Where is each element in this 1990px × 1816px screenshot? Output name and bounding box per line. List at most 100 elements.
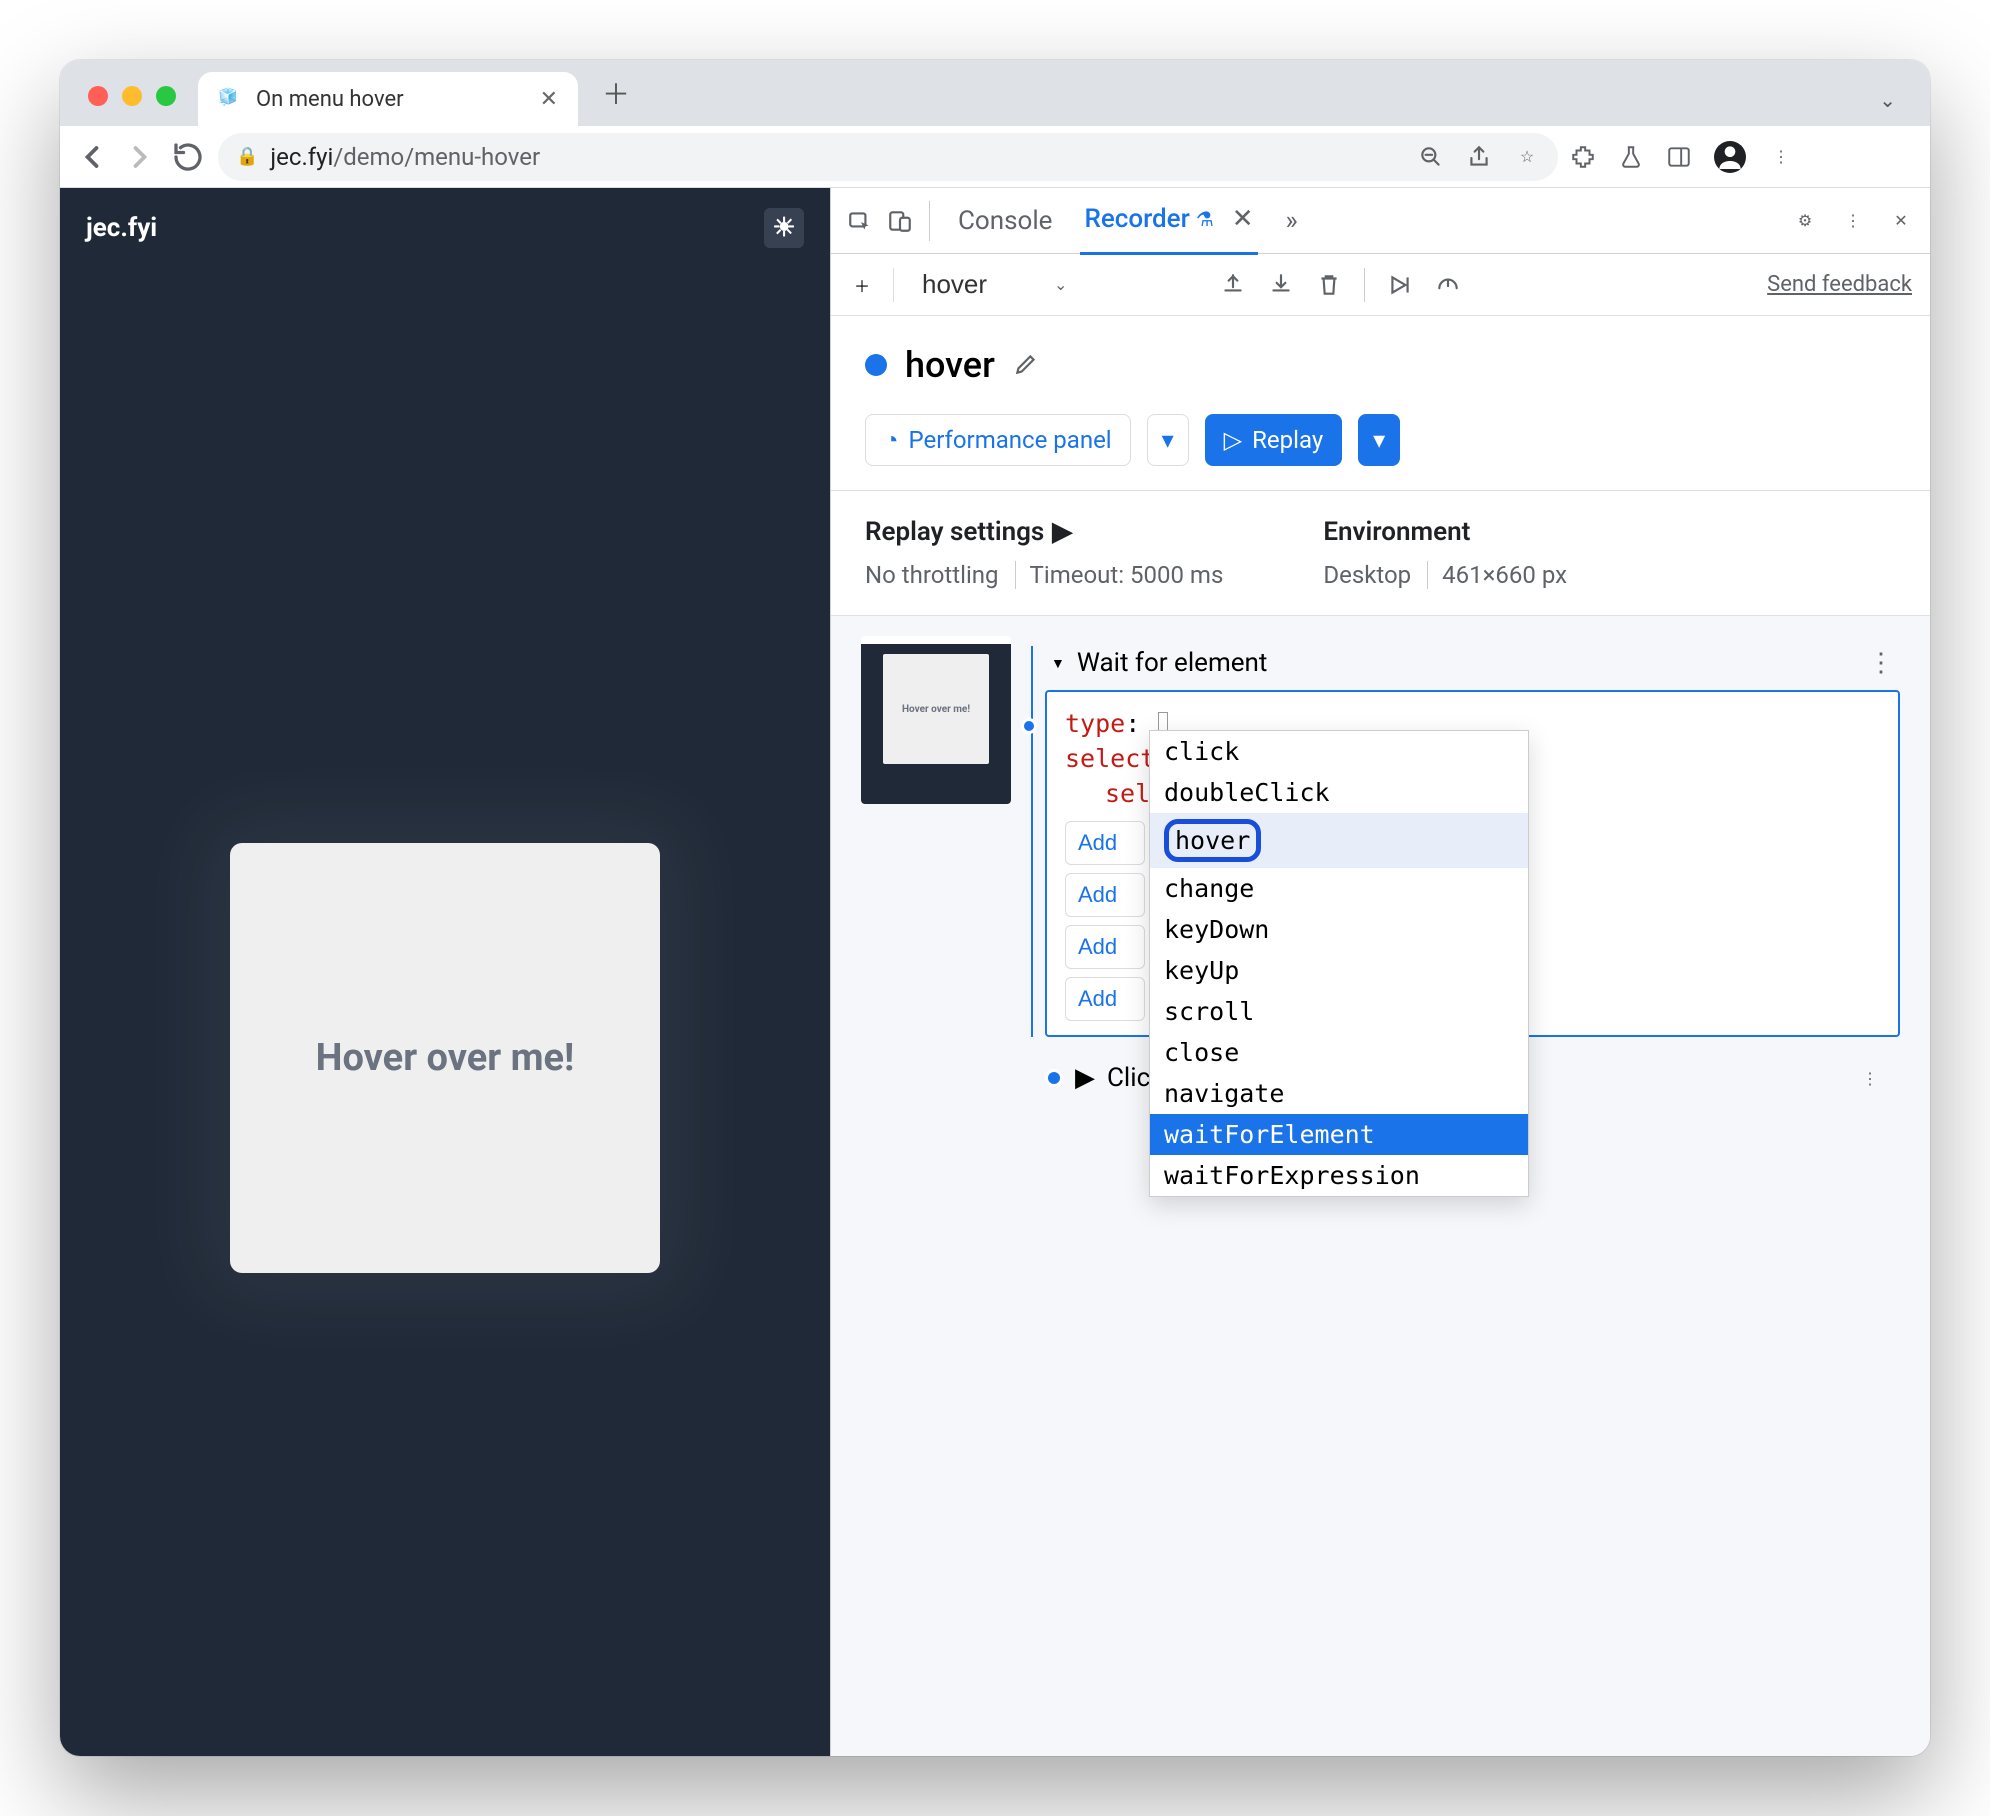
expand-icon[interactable]: ▶ [1075,1063,1095,1093]
devtools-panel: Console Recorder⚗✕ » ⚙ ⋮ ✕ ＋ ⌄ [830,188,1930,1756]
tab-title: On menu hover [256,87,526,112]
step-wait-for-element: Hover over me! ▼ Wait for element ⋮ type… [861,636,1900,1037]
hover-card[interactable]: Hover over me! [230,843,660,1273]
step-body: type: selectors sel Add Add Add Add [1045,690,1900,1037]
timeline-dot-icon [1045,1069,1063,1087]
recording-name-input[interactable] [922,269,1042,300]
forward-button[interactable] [122,139,158,175]
minimize-window-icon[interactable] [122,86,142,106]
option-change[interactable]: change [1150,868,1528,909]
lock-icon: 🔒 [236,146,258,167]
option-doubleclick[interactable]: doubleClick [1150,772,1528,813]
url-toolbar: 🔒 jec.fyi/demo/menu-hover ☆ ⋮ [60,126,1930,188]
chevron-right-icon: ▶ [1052,517,1072,547]
option-keydown[interactable]: keyDown [1150,909,1528,950]
tabs-overflow-button[interactable]: » [1282,188,1302,254]
browser-menu-icon[interactable]: ⋮ [1768,144,1794,170]
gauge-icon: ◔ [884,426,899,455]
replay-caret[interactable]: ▾ [1358,414,1400,466]
import-icon[interactable] [1268,272,1294,298]
recording-header: hover ◔Performance panel ▾ ▷Replay ▾ [831,316,1930,491]
devtools-tabbar: Console Recorder⚗✕ » ⚙ ⋮ ✕ [831,188,1930,254]
timeline-line [1031,646,1033,1037]
browser-window: 🧊 On menu hover ✕ ＋ ⌄ 🔒 jec.fyi/demo/men… [60,60,1930,1756]
step-menu-icon[interactable]: ⋮ [1862,1069,1878,1088]
omnibox[interactable]: 🔒 jec.fyi/demo/menu-hover ☆ [218,133,1558,181]
devtools-menu-icon[interactable]: ⋮ [1840,208,1866,234]
titlebar: 🧊 On menu hover ✕ ＋ ⌄ [60,60,1930,126]
option-waitforelement[interactable]: waitForElement [1150,1114,1528,1155]
device-toolbar-icon[interactable] [887,208,913,234]
delete-icon[interactable] [1316,272,1342,298]
new-tab-button[interactable]: ＋ [596,73,636,113]
flask-icon: ⚗ [1196,207,1214,231]
recorder-toolbar: ＋ ⌄ Send feedback [831,254,1930,316]
devtools-close-icon[interactable]: ✕ [1888,208,1914,234]
timeout-value: Timeout: 5000 ms [1015,561,1224,589]
play-icon: ▷ [1224,426,1242,454]
option-hover[interactable]: hover [1150,813,1528,868]
tab-console[interactable]: Console [954,188,1056,254]
recording-dropdown-icon[interactable]: ⌄ [1054,275,1067,294]
step-menu-icon[interactable]: ⋮ [1868,648,1894,678]
performance-panel-button[interactable]: ◔Performance panel [865,414,1131,466]
back-button[interactable] [74,139,110,175]
inspect-element-icon[interactable] [847,208,873,234]
add-button[interactable]: Add [1065,925,1145,969]
type-autocomplete-dropdown: click doubleClick hover change keyDown k… [1149,730,1529,1197]
recording-status-dot-icon [865,354,887,376]
browser-tab[interactable]: 🧊 On menu hover ✕ [198,72,578,126]
replay-button[interactable]: ▷Replay [1205,414,1343,466]
tab-recorder[interactable]: Recorder⚗✕ [1080,188,1257,255]
export-icon[interactable] [1220,272,1246,298]
step-over-icon[interactable] [1387,272,1413,298]
close-window-icon[interactable] [88,86,108,106]
page-brand[interactable]: jec.fyi [86,213,157,243]
replay-settings-heading[interactable]: Replay settings ▶ [865,517,1223,547]
add-button[interactable]: Add [1065,873,1145,917]
zoom-out-icon[interactable] [1418,144,1444,170]
labs-flask-icon[interactable] [1618,144,1644,170]
performance-panel-caret[interactable]: ▾ [1147,414,1189,466]
collapse-icon[interactable]: ▼ [1051,655,1065,672]
option-click[interactable]: click [1150,731,1528,772]
sidepanel-icon[interactable] [1666,144,1692,170]
step-thumbnail: Hover over me! [861,636,1011,804]
tab-close-icon[interactable]: ✕ [540,87,558,112]
theme-toggle-button[interactable]: ☀ [764,208,804,248]
maximize-window-icon[interactable] [156,86,176,106]
option-close[interactable]: close [1150,1032,1528,1073]
window-controls [76,86,188,126]
throttling-value: No throttling [865,561,999,589]
url-text: jec.fyi/demo/menu-hover [270,143,540,171]
option-waitforexpression[interactable]: waitForExpression [1150,1155,1528,1196]
extension-icons: ⋮ [1570,141,1800,173]
viewport-value: 461×660 px [1427,561,1567,589]
settings-gear-icon[interactable]: ⚙ [1792,208,1818,234]
settings-row: Replay settings ▶ No throttling Timeout: … [831,491,1930,616]
add-button[interactable]: Add [1065,977,1145,1021]
favicon-icon: 🧊 [218,87,242,111]
option-scroll[interactable]: scroll [1150,991,1528,1032]
profile-avatar-icon[interactable] [1714,141,1746,173]
page-viewport: jec.fyi ☀ Hover over me! [60,188,830,1756]
step-title: Wait for element [1077,648,1268,678]
send-feedback-link[interactable]: Send feedback [1767,272,1912,297]
slow-replay-icon[interactable] [1435,272,1461,298]
new-recording-button[interactable]: ＋ [849,272,875,298]
tabs-overflow-icon[interactable]: ⌄ [1879,88,1914,126]
option-navigate[interactable]: navigate [1150,1073,1528,1114]
option-keyup[interactable]: keyUp [1150,950,1528,991]
share-icon[interactable] [1466,144,1492,170]
tab-recorder-close-icon[interactable]: ✕ [1232,204,1254,234]
recording-title: hover [905,344,995,386]
edit-title-icon[interactable] [1013,344,1039,386]
step-header[interactable]: ▼ Wait for element ⋮ [1045,636,1900,690]
timeline-dot-icon [1021,718,1037,734]
extensions-icon[interactable] [1570,144,1596,170]
bookmark-star-icon[interactable]: ☆ [1514,144,1540,170]
reload-button[interactable] [170,139,206,175]
timeline: Hover over me! ▼ Wait for element ⋮ type… [831,616,1930,1756]
add-button[interactable]: Add [1065,821,1145,865]
environment-heading: Environment [1323,517,1567,547]
